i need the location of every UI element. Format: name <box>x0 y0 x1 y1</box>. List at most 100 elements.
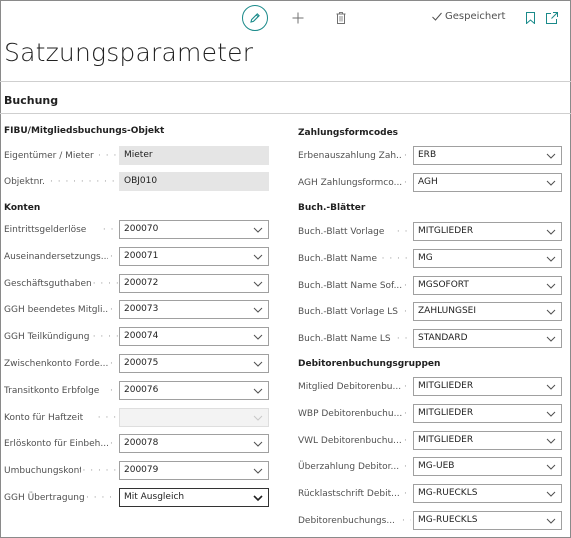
debitor-group-select[interactable]: MG-UEB <box>413 457 562 476</box>
objnr-field[interactable]: OBJ010 <box>119 172 269 191</box>
field-label: Konto für Haftzeit <box>4 413 84 423</box>
trash-icon <box>336 12 346 24</box>
select-value: AGH <box>418 177 438 187</box>
account-select[interactable]: 200074 <box>119 327 269 346</box>
account-select[interactable]: 200071 <box>119 247 269 266</box>
field-row-account: GGH beendetes Mitgli...· · · · · · · · ·… <box>0 300 270 320</box>
journal-select[interactable]: MITGLIEDER <box>413 222 562 241</box>
chevron-down-icon <box>546 411 556 417</box>
field-row-objnr: Objektnr. · · · · · · · · · · OBJ010 <box>0 172 270 192</box>
divider <box>0 113 571 114</box>
field-label: Umbuchungskonto <box>4 466 81 476</box>
chevron-down-icon <box>253 495 263 502</box>
chevron-down-icon <box>253 254 263 260</box>
payment-code-select[interactable]: AGH <box>413 173 562 192</box>
dots: · · · · · · · · · · · · · · · · · <box>404 409 411 419</box>
field-row-account: Erlöskonto für Einbeh...· · · · · · · · … <box>0 434 270 454</box>
field-label: Transitkonto Erbfolge <box>4 386 100 396</box>
field-row-payment-code: Erbenauszahlung Zah...· · · · · · · · · … <box>294 146 564 166</box>
edit-button[interactable] <box>242 5 268 31</box>
journal-select[interactable]: ZAHLUNGSEI <box>413 302 562 321</box>
plus-icon <box>292 12 304 24</box>
account-select[interactable]: 200079 <box>119 461 269 480</box>
field-label: VWL Debitorenbuchu... <box>298 436 402 446</box>
chevron-down-icon <box>253 361 263 367</box>
field-row-account: Zwischenkonto Forde...· · · · · · · · · … <box>0 354 270 374</box>
debitor-group-select[interactable]: MG-RUECKLS <box>413 511 562 530</box>
open-in-new-window-icon <box>546 12 558 24</box>
debitor-group-select[interactable]: MG-RUECKLS <box>413 484 562 503</box>
field-row-debitor-group: WBP Debitorenbuchu...· · · · · · · · · ·… <box>294 404 564 424</box>
field-label: Objektnr. <box>4 177 46 187</box>
account-select[interactable]: 200072 <box>119 274 269 293</box>
new-button[interactable] <box>291 11 305 25</box>
select-value: MITGLIEDER <box>418 226 474 236</box>
field-row-owner: Eigentümer / Mieter · · · Mieter <box>0 146 270 166</box>
chevron-down-icon <box>546 283 556 289</box>
field-row-debitor-group: Debitorenbuchungs... · · · · · · · · · · … <box>294 511 564 531</box>
divider <box>0 81 571 82</box>
field-label: Buch.-Blatt Vorlage <box>298 227 385 237</box>
journal-select[interactable]: MGSOFORT <box>413 276 562 295</box>
dots: · · · · · · · · · · · · · · · · · <box>402 516 411 526</box>
field-label: Geschäftsguthaben <box>4 279 91 289</box>
chevron-down-icon <box>546 491 556 497</box>
dots: · · · · · · · · · · <box>50 177 116 187</box>
account-select[interactable]: 200075 <box>119 354 269 373</box>
select-value: MG-UEB <box>418 461 455 471</box>
account-select[interactable]: 200078 <box>119 434 269 453</box>
dots: · · · · · · · · · · · · · · · · · · <box>110 252 118 262</box>
select-value: 200073 <box>124 304 159 314</box>
bookmark-button[interactable] <box>524 11 536 25</box>
field-label: Auseinandersetzungs... <box>4 252 108 262</box>
dots: · · · · · · · · · · · · · · · · · · <box>82 466 119 476</box>
chevron-down-icon <box>546 153 556 159</box>
saved-label: Gespeichert <box>445 11 506 22</box>
field-label: Buch.-Blatt Name LS <box>298 334 391 344</box>
account-select[interactable]: 200070 <box>119 220 269 239</box>
journal-select[interactable]: MG <box>413 249 562 268</box>
debitor-group-select[interactable]: MITGLIEDER <box>413 404 562 423</box>
delete-button[interactable] <box>335 11 347 25</box>
field-label: AGH Zahlungsformco... <box>298 178 402 188</box>
field-label: WBP Debitorenbuchu... <box>298 409 402 419</box>
account-select[interactable]: 200073 <box>119 300 269 319</box>
select-value: ZAHLUNGSEI <box>418 306 477 316</box>
payment-code-select[interactable]: ERB <box>413 146 562 165</box>
select-value: 200074 <box>124 331 159 341</box>
field-row-journal: Buch.-Blatt Name · · · · · · · · · · · · … <box>294 249 564 269</box>
chevron-down-icon <box>253 441 263 447</box>
select-value: Mit Ausgleich <box>124 492 185 502</box>
ggh-transfer-select[interactable]: Mit Ausgleich <box>119 488 269 507</box>
field-row-payment-code: AGH Zahlungsformco...· · · · · · · · · ·… <box>294 173 564 193</box>
debitor-group-select[interactable]: MITGLIEDER <box>413 431 562 450</box>
field-label: Erbenauszahlung Zah... <box>298 151 402 161</box>
chevron-down-icon <box>253 388 263 394</box>
account-select[interactable]: 200076 <box>119 381 269 400</box>
debitor-group-select[interactable]: MITGLIEDER <box>413 377 562 396</box>
field-label: Erlöskonto für Einbeh... <box>4 439 108 449</box>
field-label: GGH beendetes Mitgli... <box>4 305 108 315</box>
select-value: STANDARD <box>418 333 468 343</box>
dots: · · · · · · · · · · · · · · · · · <box>404 151 411 161</box>
field-label: GGH Teilkündigung <box>4 332 90 342</box>
journal-select[interactable]: STANDARD <box>413 329 562 348</box>
field-row-journal: Buch.-Blatt Name LS · · · · · · · · · · ·… <box>294 329 564 349</box>
dots: · · · · · · · · · · · · · · · · · <box>381 254 411 264</box>
field-row-journal: Buch.-Blatt Name Sof...· · · · · · · · ·… <box>294 276 564 296</box>
action-bar: Gespeichert <box>0 0 571 36</box>
section-header-buchung[interactable]: Buchung <box>4 94 58 107</box>
select-value: 200075 <box>124 358 159 368</box>
field-label: Buch.-Blatt Name <box>298 254 377 264</box>
open-new-window-button[interactable] <box>545 11 559 25</box>
select-value: MGSOFORT <box>418 280 469 290</box>
saved-status: Gespeichert <box>432 11 505 22</box>
select-value: MITGLIEDER <box>418 435 474 445</box>
dots: · · · · · · · · · · · · · · · · · · <box>102 225 118 235</box>
select-value: 200078 <box>124 438 159 448</box>
account-select[interactable] <box>119 408 269 427</box>
group-title-debitor-groups: Debitorenbuchungsgruppen <box>298 359 441 369</box>
owner-field[interactable]: Mieter <box>119 146 269 165</box>
select-value: 200071 <box>124 251 159 261</box>
select-value: 200072 <box>124 278 159 288</box>
